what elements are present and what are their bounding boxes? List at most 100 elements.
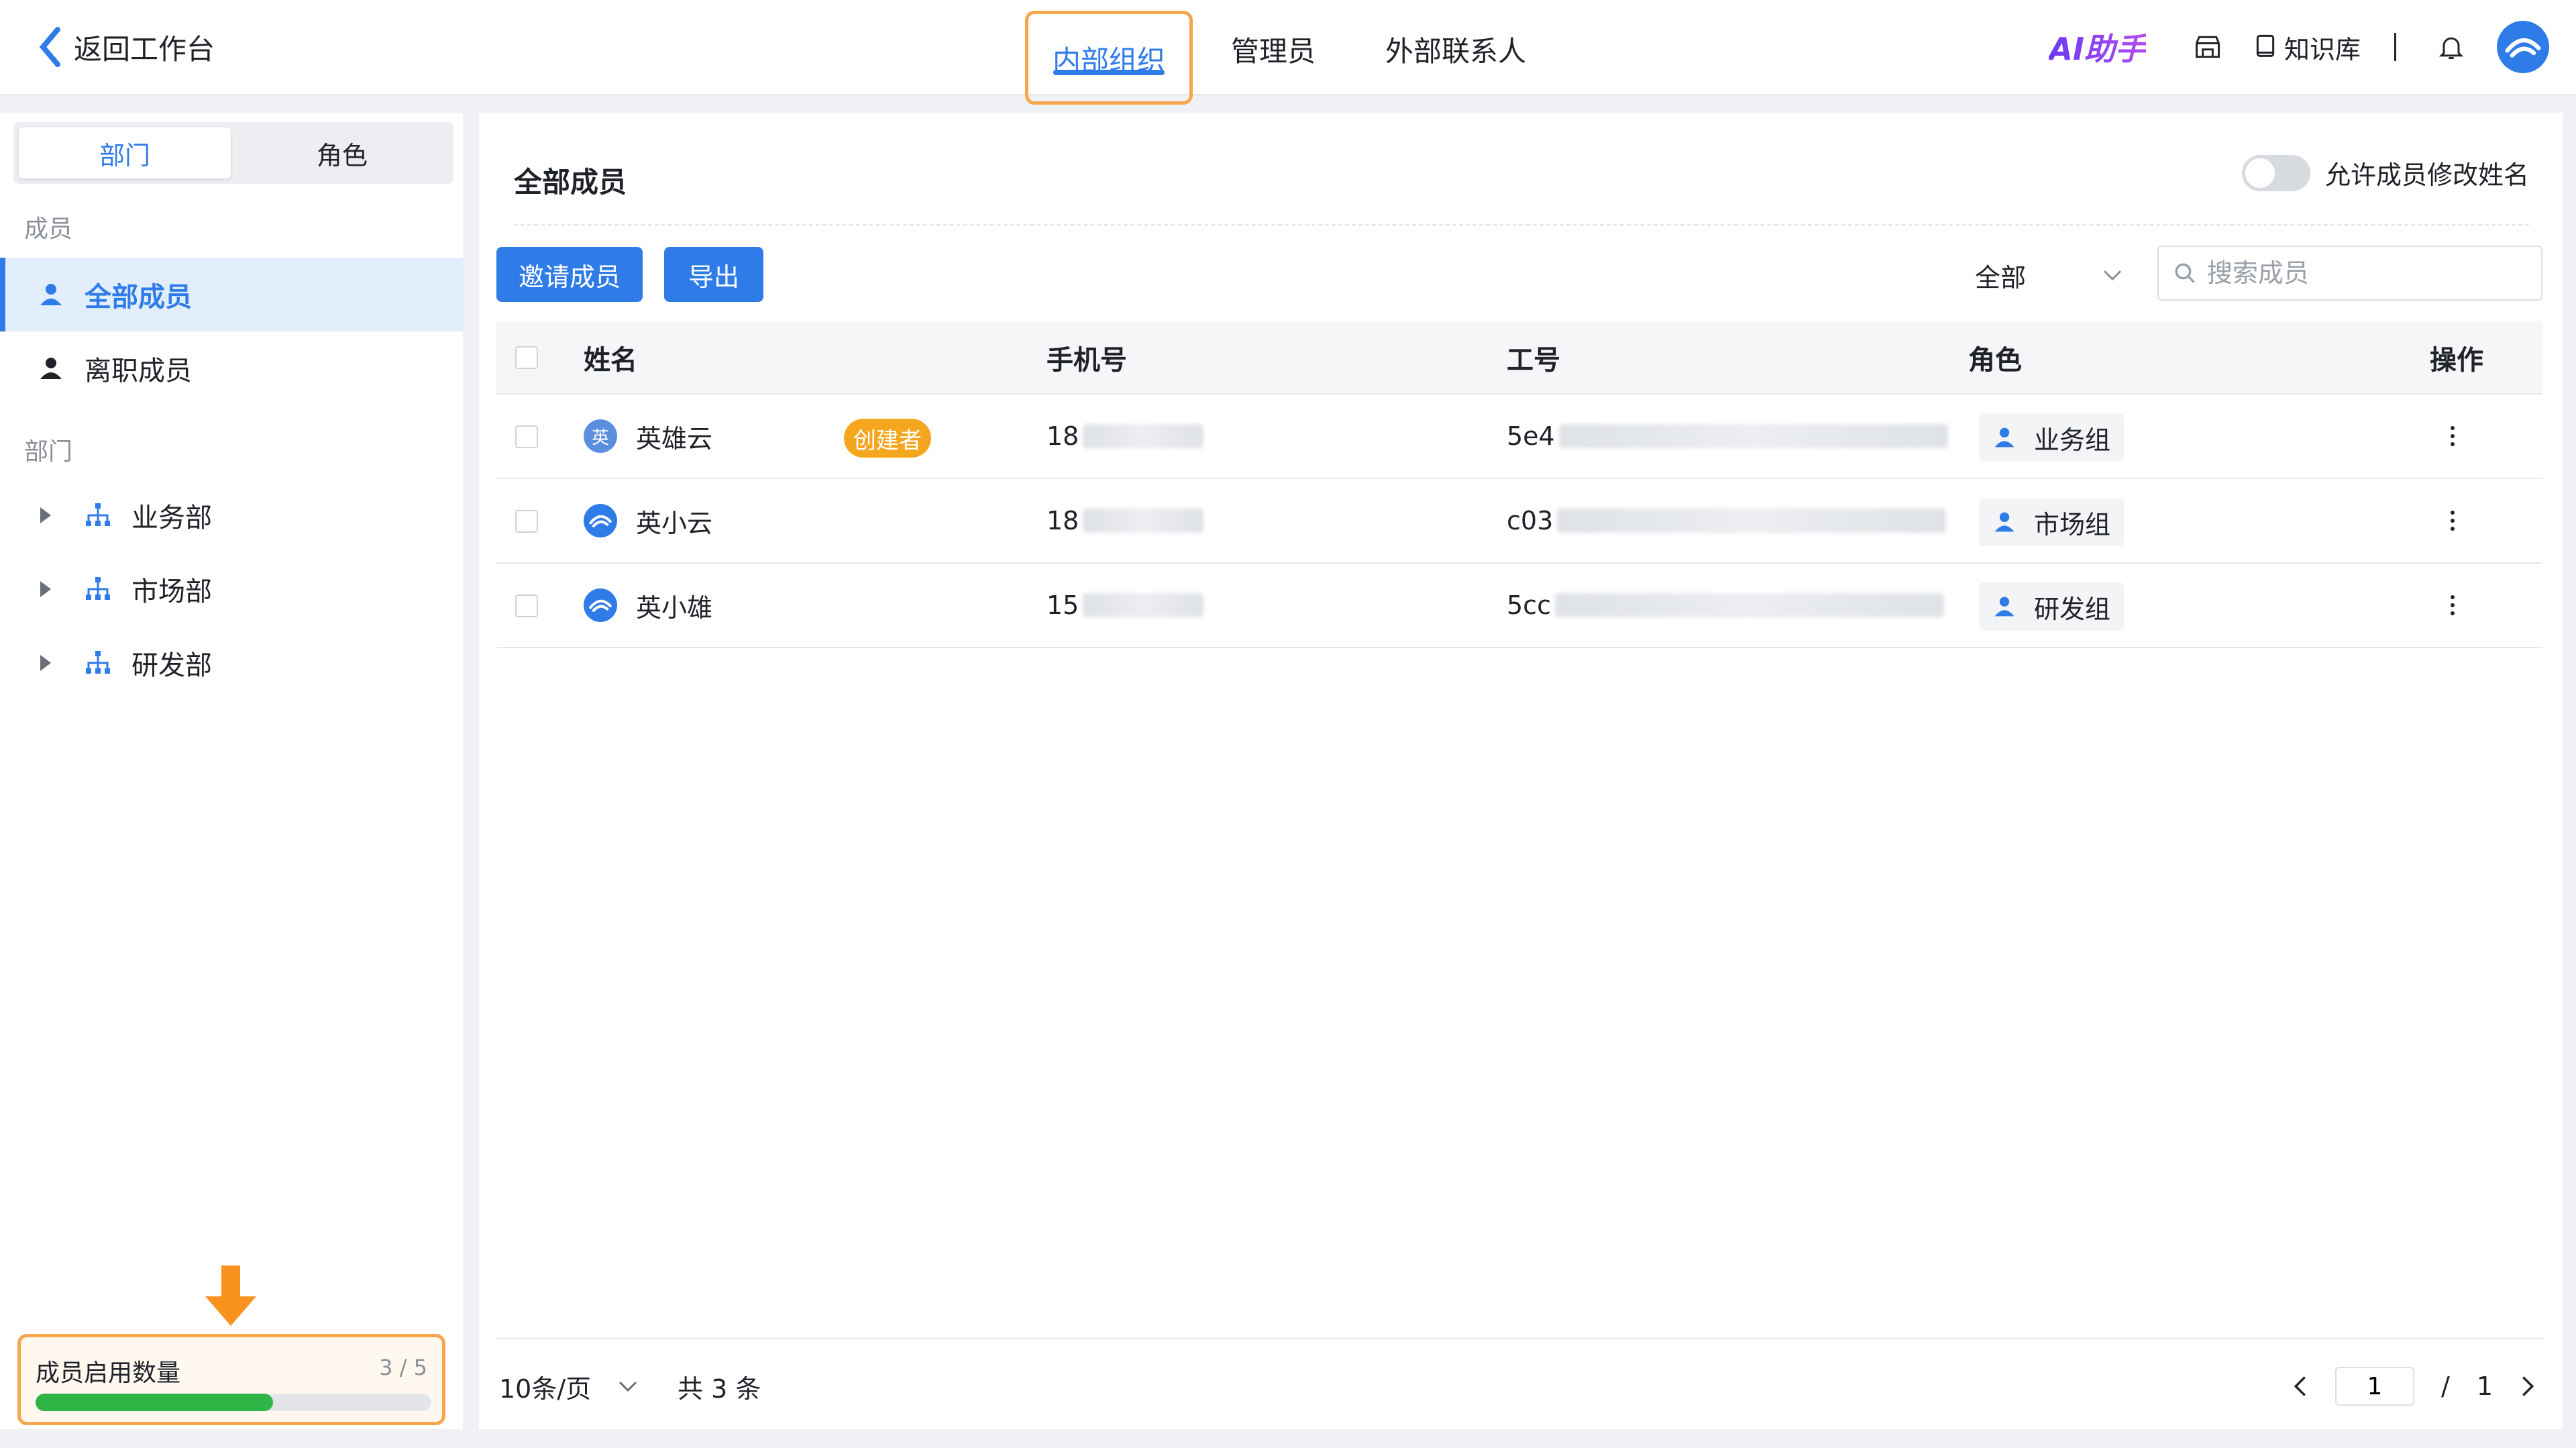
sidebar-item-dept-marketing[interactable]: 市场部 [0, 556, 463, 623]
job-number-prefix: 5e4 [1507, 421, 1555, 451]
role-label: 业务组 [2034, 425, 2111, 455]
col-phone: 手机号 [1046, 345, 1127, 376]
tab-external-contacts-label: 外部联系人 [1385, 34, 1526, 68]
table-row: 英小雄 15 5cc 研发组 [496, 564, 2542, 648]
sidebar-item-dept-business[interactable]: 业务部 [0, 482, 463, 549]
brand-logo-icon [2505, 38, 2541, 58]
chevron-right-icon[interactable] [2520, 1375, 2536, 1398]
more-actions-button[interactable] [2439, 588, 2466, 623]
job-number-redacted [1558, 424, 1948, 448]
dept-label: 市场部 [131, 576, 212, 607]
row-checkbox[interactable] [515, 594, 538, 617]
job-number-cell: 5e4 [1507, 395, 1948, 478]
row-checkbox[interactable] [515, 510, 538, 533]
book-icon [2256, 34, 2275, 57]
allow-rename-toggle[interactable] [2241, 154, 2310, 191]
phone-redacted [1083, 593, 1204, 617]
role-chip: 业务组 [1979, 413, 2125, 462]
col-role: 角色 [1968, 345, 2022, 376]
bell-icon[interactable] [2436, 32, 2466, 62]
segment-roles[interactable]: 角色 [236, 127, 448, 178]
phone-prefix: 18 [1046, 421, 1079, 451]
member-quota-card: 成员启用数量 3 / 5 [17, 1334, 445, 1425]
tab-highlight-box [1025, 11, 1193, 105]
member-name[interactable]: 英雄云 [636, 418, 712, 455]
sidebar-item-all-members[interactable]: 全部成员 [0, 258, 463, 331]
phone-prefix: 18 [1046, 506, 1079, 535]
total-count: 共 3 条 [678, 1374, 761, 1404]
tab-external-contacts[interactable]: 外部联系人 [1368, 4, 1543, 94]
store-icon[interactable] [2193, 32, 2222, 62]
dept-label: 业务部 [131, 503, 212, 533]
job-number-prefix: 5cc [1507, 590, 1551, 620]
user-avatar[interactable] [2497, 21, 2549, 73]
member-name-cell: 英小雄 [584, 564, 712, 647]
member-avatar [584, 504, 617, 537]
caret-right-icon[interactable] [40, 507, 51, 523]
table-row: 英 英雄云 创建者 18 5e4 业务组 [496, 395, 2542, 479]
phone-prefix: 15 [1046, 590, 1079, 620]
phone-cell: 18 [1046, 395, 1204, 478]
export-button[interactable]: 导出 [664, 247, 763, 302]
member-filter-select[interactable]: 全部 [1962, 250, 2136, 301]
page-number-input[interactable] [2335, 1367, 2414, 1406]
knowledge-base-button[interactable]: 知识库 [2253, 29, 2361, 66]
page-size-value: 10条/页 [499, 1374, 592, 1404]
more-actions-button[interactable] [2439, 419, 2466, 454]
job-number-redacted [1557, 509, 1947, 533]
header-tools: AI助手 知识库 [2049, 20, 2549, 74]
org-chart-icon [86, 577, 110, 600]
chevron-left-icon[interactable] [2292, 1375, 2308, 1398]
more-actions-button[interactable] [2439, 503, 2466, 538]
knowledge-base-label: 知识库 [2284, 34, 2361, 64]
tab-admins[interactable]: 管理员 [1213, 4, 1334, 94]
user-icon [40, 358, 62, 379]
chevron-down-icon [619, 1381, 637, 1392]
member-name[interactable]: 英小云 [636, 503, 712, 539]
col-action: 操作 [2430, 345, 2483, 376]
pagination: / 1 [2292, 1359, 2536, 1413]
invite-member-button[interactable]: 邀请成员 [496, 247, 643, 302]
filter-value: 全部 [1975, 262, 2027, 293]
back-to-workbench[interactable]: 返回工作台 [38, 24, 215, 70]
ai-assistant-button[interactable]: AI助手 [2049, 25, 2146, 69]
sidebar-item-label: 全部成员 [85, 282, 192, 313]
sidebar-item-dept-rnd[interactable]: 研发部 [0, 629, 463, 696]
role-chip: 研发组 [1979, 582, 2125, 631]
segment-departments[interactable]: 部门 [19, 127, 231, 178]
user-icon [1994, 427, 2015, 448]
job-number-redacted [1554, 593, 1944, 617]
caret-right-icon[interactable] [40, 655, 51, 671]
phone-cell: 18 [1046, 479, 1204, 562]
sidebar-segment: 部门 角色 [13, 122, 453, 184]
member-name-cell: 英 英雄云 [584, 395, 712, 478]
quota-label: 成员启用数量 [36, 1359, 181, 1387]
select-all-checkbox[interactable] [515, 346, 538, 369]
job-number-prefix: c03 [1507, 506, 1554, 535]
role-label: 研发组 [2034, 594, 2111, 624]
page-size-select[interactable]: 10条/页 [499, 1359, 638, 1413]
sidebar-item-left-members[interactable]: 离职成员 [0, 331, 463, 405]
user-icon [1994, 597, 2015, 617]
caret-right-icon[interactable] [40, 581, 51, 597]
chevron-down-icon [2103, 270, 2122, 281]
org-chart-icon [86, 503, 110, 526]
tab-admins-label: 管理员 [1230, 34, 1316, 68]
search-input[interactable] [2207, 258, 2529, 288]
sidebar: 部门 角色 成员 全部成员 离职成员 部门 业务部 市场部 研发部 [0, 113, 463, 1429]
member-name[interactable]: 英小雄 [636, 587, 712, 624]
dept-label: 研发部 [131, 650, 212, 681]
col-job-number: 工号 [1507, 345, 1560, 376]
role-label: 市场组 [2034, 509, 2111, 539]
phone-cell: 15 [1046, 564, 1204, 647]
row-checkbox[interactable] [515, 425, 538, 448]
departments-section-label: 部门 [24, 438, 73, 466]
member-avatar: 英 [584, 419, 617, 453]
chevron-left-icon [39, 27, 60, 67]
quota-progress-bar [36, 1394, 431, 1411]
table-header: 姓名 手机号 工号 角色 操作 [496, 321, 2542, 395]
quota-count: 3 / 5 [379, 1355, 427, 1380]
main-panel: 全部成员 允许成员修改姓名 邀请成员 导出 全部 姓名 手机号 工号 角色 操作… [479, 113, 2563, 1429]
creator-badge: 创建者 [844, 419, 931, 458]
allow-rename-setting: 允许成员修改姓名 [2241, 154, 2529, 191]
